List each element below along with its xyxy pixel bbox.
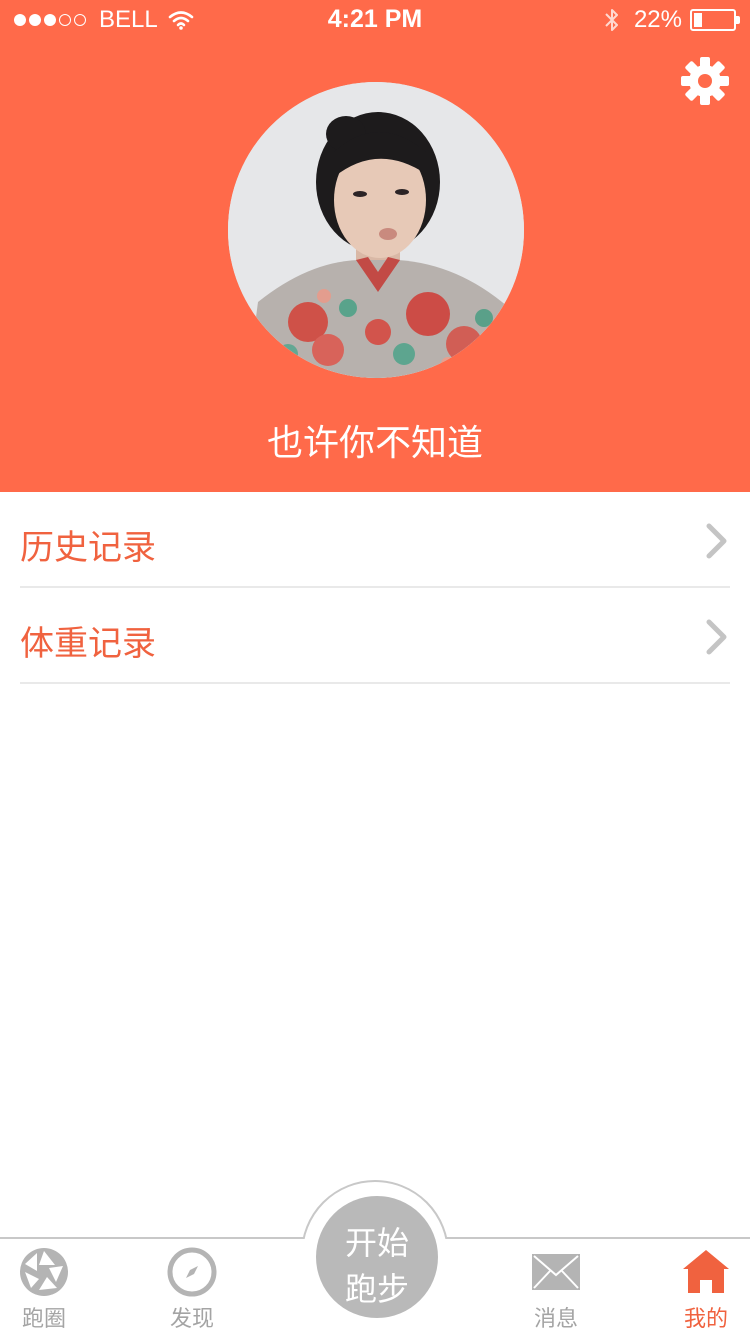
profile-header: BELL 4:21 PM 22% 也许你不知道	[0, 0, 750, 492]
avatar[interactable]	[228, 82, 524, 378]
username: 也许你不知道	[266, 423, 483, 464]
avatar-photo	[228, 82, 524, 378]
status-right: 22%	[604, 6, 740, 34]
chevron-right-icon	[706, 619, 727, 655]
tab-label: 消息	[533, 1307, 578, 1332]
bluetooth-icon	[605, 9, 618, 31]
tab-mine[interactable]: 我的	[656, 1245, 750, 1332]
compass-icon	[167, 1247, 217, 1297]
tab-paoquan[interactable]: 跑圈	[0, 1245, 94, 1332]
menu-item-label: 历史记录	[20, 528, 156, 568]
start-run-button[interactable]: 开始 跑步	[316, 1196, 438, 1318]
settings-button[interactable]	[680, 56, 730, 106]
menu-item-history[interactable]: 历史记录	[20, 492, 730, 588]
envelope-icon	[532, 1254, 580, 1290]
battery-nub	[736, 16, 740, 24]
battery-percentage: 22%	[633, 6, 682, 33]
tab-label: 我的	[683, 1307, 728, 1332]
chevron-right-icon	[706, 523, 727, 559]
profile-menu: 历史记录 体重记录	[0, 492, 750, 684]
start-run-label-line2: 跑步	[344, 1270, 409, 1308]
tab-discover[interactable]: 发现	[142, 1245, 242, 1332]
start-run-label-line1: 开始	[344, 1224, 409, 1262]
gear-icon	[681, 57, 729, 105]
menu-item-weight[interactable]: 体重记录	[20, 588, 730, 684]
menu-item-label: 体重记录	[20, 624, 156, 664]
tab-messages[interactable]: 消息	[506, 1245, 606, 1332]
aperture-icon	[20, 1248, 68, 1296]
status-bar: BELL 4:21 PM 22%	[0, 0, 750, 40]
home-icon	[683, 1250, 729, 1293]
tab-label: 跑圈	[21, 1307, 66, 1332]
tab-label: 发现	[169, 1307, 214, 1332]
battery-icon	[690, 9, 740, 31]
battery-level	[694, 13, 702, 27]
